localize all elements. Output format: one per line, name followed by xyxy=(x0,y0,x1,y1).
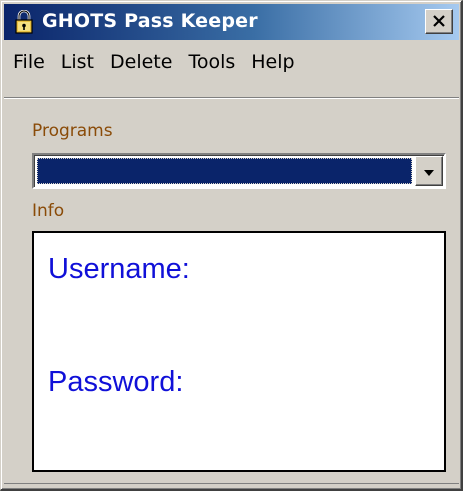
bottom-divider xyxy=(4,483,459,484)
menu-list[interactable]: List xyxy=(53,51,102,73)
window-title: GHOTS Pass Keeper xyxy=(42,10,258,32)
app-window: GHOTS Pass Keeper File List Delete Tools… xyxy=(0,0,463,491)
chevron-down-icon xyxy=(423,162,435,181)
title-bar[interactable]: GHOTS Pass Keeper xyxy=(4,4,459,40)
padlock-icon xyxy=(14,9,34,34)
close-button[interactable] xyxy=(425,9,453,34)
menu-help[interactable]: Help xyxy=(243,51,302,73)
menu-tools[interactable]: Tools xyxy=(180,51,243,73)
close-icon xyxy=(432,12,446,31)
info-label: Info xyxy=(32,201,65,221)
menu-bar: File List Delete Tools Help xyxy=(4,45,459,79)
password-label: Password: xyxy=(48,366,184,398)
programs-label: Programs xyxy=(32,121,113,141)
programs-selected-value[interactable] xyxy=(37,158,412,184)
menu-delete[interactable]: Delete xyxy=(102,51,180,73)
programs-dropdown-button[interactable] xyxy=(415,156,443,186)
info-panel: Username: Password: xyxy=(32,231,446,472)
menu-file[interactable]: File xyxy=(4,51,53,73)
username-label: Username: xyxy=(48,253,190,285)
programs-combobox[interactable] xyxy=(32,153,446,189)
menu-divider xyxy=(4,97,459,99)
